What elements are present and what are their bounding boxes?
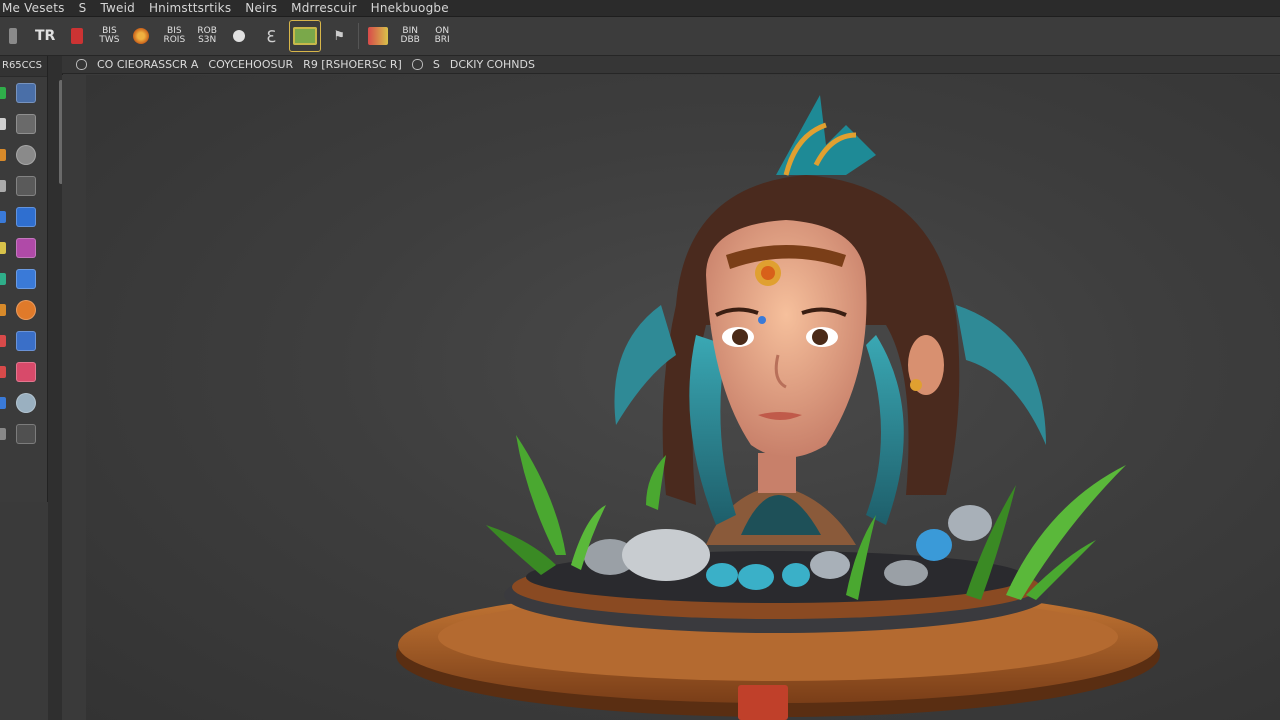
tag-button[interactable]: ⚑ (326, 21, 352, 51)
tool-cube[interactable] (0, 263, 47, 294)
3d-viewport[interactable] (86, 75, 1280, 720)
tab-coords[interactable]: DCKIY COHNDS (450, 58, 535, 71)
toolbar-separator (358, 23, 360, 49)
bis-rois-button[interactable]: BIS ROIS (160, 21, 188, 51)
paint-bucket-big-icon (16, 299, 36, 320)
tab-render[interactable]: R9 [RSHOERSC R] (303, 58, 402, 71)
rect-icon (9, 28, 17, 44)
tool-paint-bucket[interactable] (0, 294, 47, 325)
tab-s[interactable]: S (433, 58, 440, 71)
record-icon (71, 28, 84, 44)
character-render (396, 95, 1160, 720)
palette-button[interactable] (365, 21, 391, 51)
select-icon (0, 210, 6, 223)
tool-eraser[interactable] (0, 325, 47, 356)
on-bri-label: ON BRI (434, 26, 450, 45)
tool-select[interactable] (0, 201, 47, 232)
brush-button[interactable] (128, 21, 154, 51)
menu-item-help[interactable]: Hnekbuogbe (371, 1, 449, 15)
layer-icon (0, 86, 6, 99)
image-button[interactable] (289, 20, 322, 52)
tool-grid[interactable] (0, 170, 47, 201)
tool-lasso[interactable] (0, 139, 47, 170)
brush-icon (133, 28, 150, 44)
camera-icon[interactable] (411, 59, 423, 70)
menu-bar: Me Vesets S Tweid Hnimsttsrtiks Neirs Md… (0, 0, 1280, 17)
cube-icon (0, 272, 6, 285)
tool-globe[interactable] (0, 387, 47, 418)
edit-button[interactable]: ℇ (258, 21, 284, 51)
settings-big-icon (16, 423, 36, 444)
viewport-tab-bar: CO CIEORASSCR A COYCEHOOSUR R9 [RSHOERSC… (62, 56, 1280, 74)
tools-panel: R65CCS (0, 56, 48, 502)
toolbar: TR BIS TWS BIS ROIS ROB S3N ℇ ⚑ BIN DBB … (0, 17, 1280, 56)
picker-big-icon (16, 361, 36, 382)
rob-s3n-label: ROB S3N (197, 26, 217, 45)
tab-corners[interactable]: CO CIEORASSCR A (97, 58, 198, 71)
on-bri-button[interactable]: ON BRI (429, 21, 455, 51)
bis-tws-button[interactable]: BIS TWS (96, 21, 122, 51)
tool-layer[interactable] (0, 77, 47, 108)
tool-pencil[interactable] (0, 232, 47, 263)
paint-button[interactable] (226, 21, 252, 51)
paint-bucket-icon (0, 303, 6, 316)
image-icon (293, 27, 318, 45)
record-button[interactable] (64, 21, 90, 51)
settings-icon (0, 427, 6, 440)
bis-rois-label: BIS ROIS (163, 26, 186, 45)
transform-icon (0, 117, 6, 130)
globe-big-icon (16, 392, 36, 413)
text-icon: TR (35, 27, 56, 44)
globe-icon (0, 396, 6, 409)
tool-settings[interactable] (0, 418, 47, 449)
bin-dbb-label: BIN DBB (400, 26, 420, 45)
menu-item-neirs[interactable]: Neirs (245, 1, 277, 15)
menu-item-resources[interactable]: Mdrrescuir (291, 1, 356, 15)
layer-big-icon (16, 82, 36, 103)
edit-icon: ℇ (266, 26, 277, 46)
menu-item-s[interactable]: S (79, 1, 87, 15)
paint-icon (233, 30, 246, 42)
bin-dbb-button[interactable]: BIN DBB (397, 21, 423, 51)
rect-button[interactable] (0, 21, 26, 51)
lasso-icon (0, 148, 6, 161)
picker-icon (0, 365, 6, 378)
wooden-base (396, 551, 1160, 720)
menu-item-tools[interactable]: Hnimsttsrtiks (149, 1, 231, 15)
lasso-big-icon (16, 144, 36, 165)
grid-icon (0, 179, 6, 192)
select-big-icon (16, 206, 36, 227)
tool-picker[interactable] (0, 356, 47, 387)
bis-tws-label: BIS TWS (99, 26, 120, 45)
grid-big-icon (16, 175, 36, 196)
tool-transform[interactable] (0, 108, 47, 139)
menu-item-tweid[interactable]: Tweid (100, 1, 135, 15)
cube-big-icon (16, 268, 36, 289)
transform-big-icon (16, 113, 36, 134)
pencil-big-icon (16, 237, 36, 258)
eraser-icon (0, 334, 6, 347)
tag-icon: ⚑ (333, 28, 345, 44)
viewport-gutter (62, 75, 86, 720)
tab-coyce[interactable]: COYCEHOOSUR (208, 58, 293, 71)
menu-item-file[interactable]: Me Vesets (2, 1, 65, 15)
viewport-options-icon[interactable] (76, 59, 87, 70)
palette-icon (368, 27, 389, 45)
eraser-big-icon (16, 330, 36, 351)
pencil-icon (0, 241, 6, 254)
tools-panel-title: R65CCS (0, 56, 47, 77)
rob-s3n-button[interactable]: ROB S3N (194, 21, 220, 51)
text-button[interactable]: TR (32, 21, 58, 51)
